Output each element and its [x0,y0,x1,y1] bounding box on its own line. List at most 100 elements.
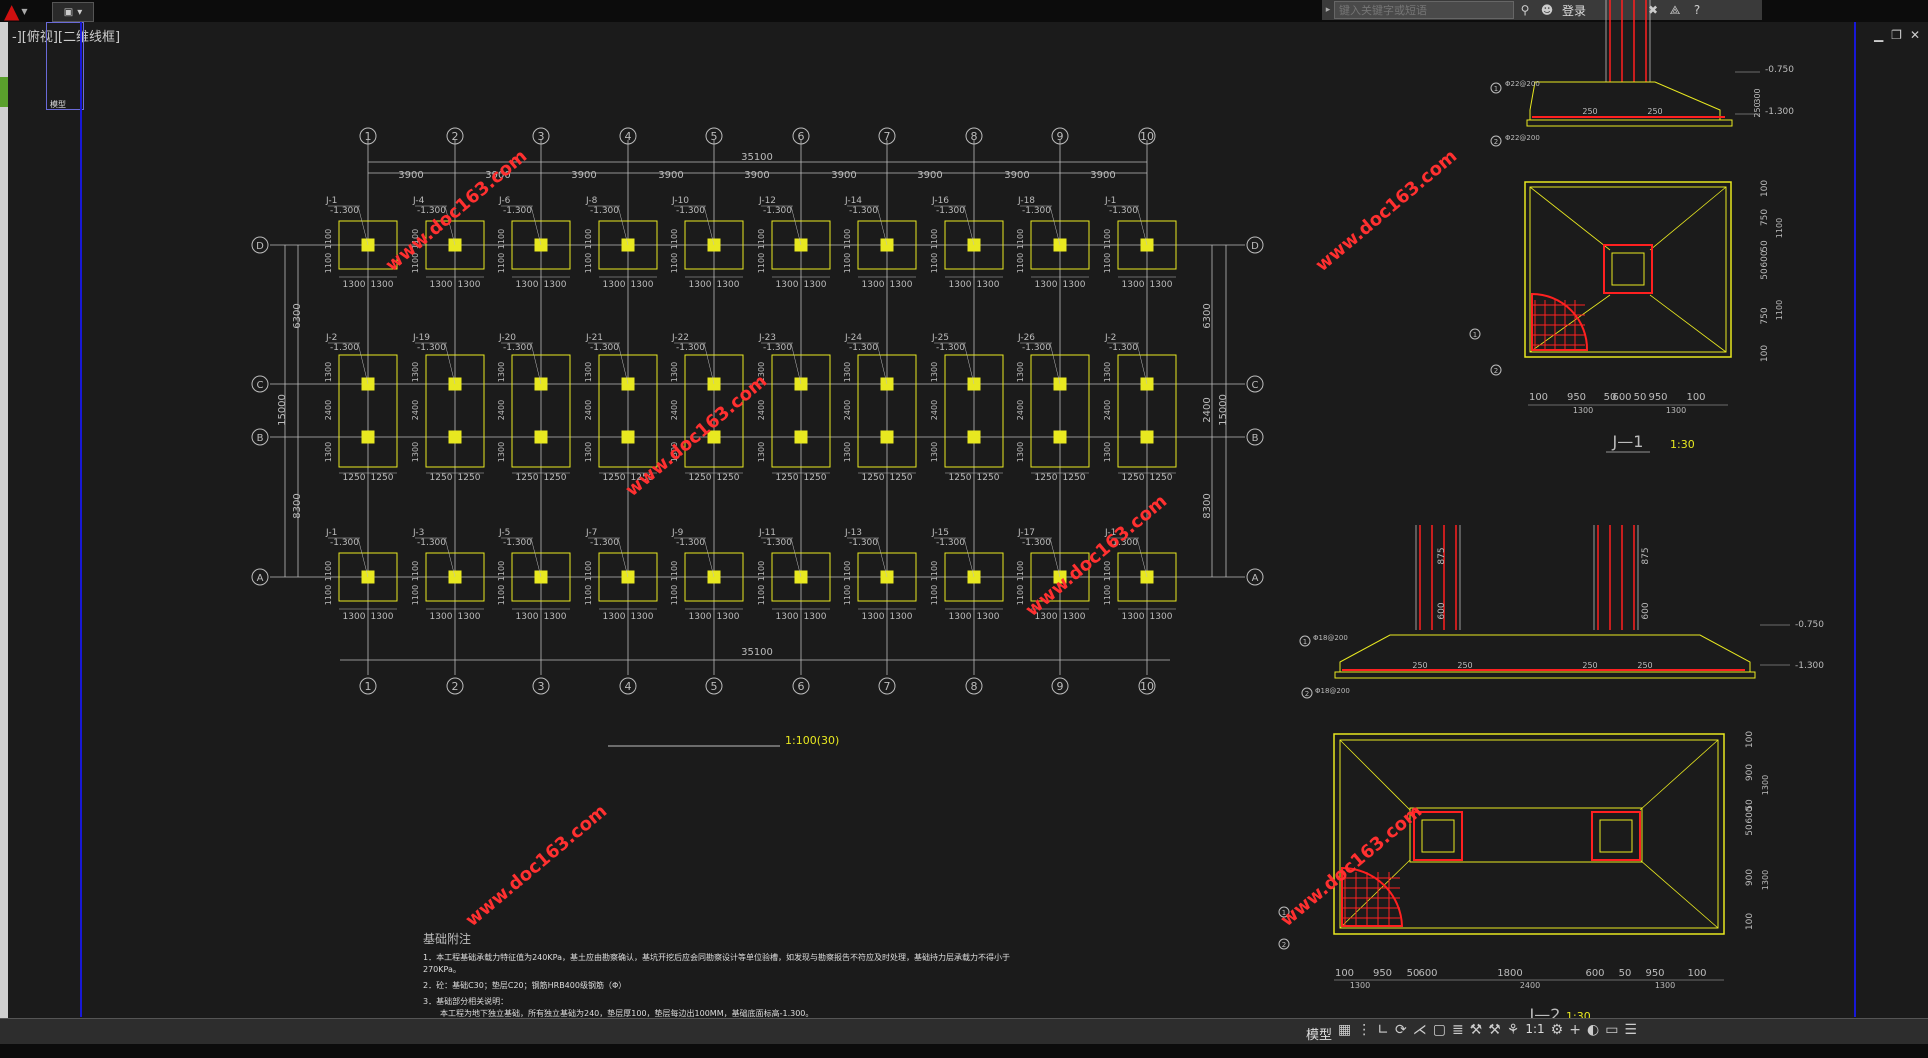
plan-dim: 1300 [1573,406,1593,415]
section-dim: 250 [1457,661,1472,670]
gear-icon[interactable]: ⚙ [1551,1022,1564,1038]
annotation-icon[interactable]: ⚒ [1470,1022,1483,1038]
lean-concrete [1334,671,1756,679]
footing-label: J-4 [412,196,425,206]
detail-scale: 1:30 [1670,438,1695,451]
column-stub [448,430,462,444]
pad-dim: 1300 [776,612,799,622]
section-dim: 250 [1412,661,1427,670]
pad-side-dim: 2400 [1103,400,1112,420]
grid-icon[interactable]: ▦ [1338,1022,1351,1038]
footing-elev: -1.300 [1109,206,1138,216]
hardware-icon[interactable]: ▭ [1605,1022,1618,1038]
pad-side-dim: 1100 [497,253,506,273]
pad-side-dim: 1300 [1016,362,1025,382]
axis-label-left: D [256,241,264,252]
plan-dim: 950 [1648,392,1667,403]
footing-label: J-24 [844,333,862,343]
pad-dim: 1250 [1122,473,1145,483]
footing-elev: -1.300 [417,538,446,548]
footing-elev: -1.300 [763,343,792,353]
pad-dim: 1300 [890,612,913,622]
pad-dim: 1250 [689,473,712,483]
footing-elev: -1.300 [676,538,705,548]
elev-label: -0.750 [1765,65,1794,75]
pad-dim: 1250 [776,473,799,483]
footing-elev: -1.300 [849,538,878,548]
dim-row: 8300 [1202,493,1213,518]
pad-dim: 1250 [544,473,567,483]
pad-side-dim: 2400 [1016,400,1025,420]
pad-side-dim: 1300 [670,362,679,382]
axis-label-bottom: 9 [1057,680,1064,693]
dim-total-bottom: 35100 [741,647,773,658]
ortho-icon[interactable]: ∟ [1377,1022,1389,1038]
snap-icon[interactable]: ⋮ [1357,1022,1371,1038]
plan-dim: 100 [1335,968,1354,979]
footing-label: J-6 [498,196,511,206]
pad-side-dim: 1300 [1103,362,1112,382]
footing-elev: -1.300 [330,538,359,548]
dim-total-top: 35100 [741,152,773,163]
footing-label: J-2 [325,333,337,343]
footing-label: J-23 [758,333,776,343]
pad-dim: 1250 [890,473,913,483]
detail-title: J—2 [1529,1005,1561,1018]
footing-elev: -1.300 [936,206,965,216]
marker-label: 2 [1494,138,1498,146]
pad-side-dim: 1100 [843,585,852,605]
pad-dim: 1250 [977,473,1000,483]
status-toggles: ▦ ⋮ ∟ ⟳ ⋌ ▢ ≣ ⚒ ⚒ ⚘ 1:1 ⚙ + ◐ ▭ ☰ [1338,1022,1637,1038]
pad-dim: 1300 [343,612,366,622]
plan-dim: 2400 [1520,981,1540,990]
axis-label-top: 3 [538,130,545,143]
plan-dim: 600 [1745,806,1755,823]
pad-dim: 1300 [516,280,539,290]
elev-label: -0.750 [1795,620,1824,630]
lineweight-icon[interactable]: ≣ [1452,1022,1464,1038]
footing-label: J-25 [931,333,949,343]
marker-label: 2 [1282,941,1286,949]
object-snap-icon[interactable]: ▢ [1433,1022,1446,1038]
pad-dim: 1250 [804,473,827,483]
footing-elev: -1.300 [417,343,446,353]
isodraft-icon[interactable]: ⋌ [1413,1022,1427,1038]
footing-elev: -1.300 [763,538,792,548]
pad-dim: 1250 [603,473,626,483]
pad-side-dim: 1100 [930,585,939,605]
pad-dim: 1300 [717,280,740,290]
model-space-button[interactable]: 模型 [1306,1024,1332,1043]
plus-icon[interactable]: + [1569,1022,1581,1038]
column-stub [880,430,894,444]
plan-dim: 600 [1418,968,1437,979]
pad-side-dim: 1100 [757,561,766,581]
dim-bay: 3900 [571,170,596,181]
footing-elev: -1.300 [676,206,705,216]
column-section [1611,252,1645,286]
notes-line: 1．本工程基础承载力特征值为240KPa，基土应由勘察确认，基坑开挖后应会同勘察… [423,952,1010,962]
pad-dim: 1250 [949,473,972,483]
pad-dim: 1250 [1063,473,1086,483]
marker-label: 2 [1494,367,1498,375]
drawing-canvas[interactable]: 1 1 2 2 3 3 4 4 5 5 6 6 7 7 8 8 9 9 10 10 D D C C B B A A 35100 3900 3… [0,0,1928,1018]
notes-line: 2．砼：基础C30；垫层C20；钢筋HRB400级钢筋（Φ） [423,980,626,990]
pad-side-dim: 2400 [843,400,852,420]
section-height: 600 [1641,602,1651,619]
pad-side-dim: 1300 [324,442,333,462]
annotation-scale[interactable]: 1:1 [1525,1022,1544,1038]
customize-icon[interactable]: ☰ [1624,1022,1637,1038]
pad-side-dim: 1100 [1016,253,1025,273]
footing-elev: -1.300 [503,343,532,353]
plan-dim: 1800 [1497,968,1522,979]
footing-elev: -1.300 [590,343,619,353]
pad-dim: 1250 [862,473,885,483]
polar-icon[interactable]: ⟳ [1395,1022,1407,1038]
axis-label-right: B [1252,433,1259,444]
annotation-scale-icon[interactable]: ⚘ [1507,1022,1520,1038]
isolate-icon[interactable]: ◐ [1587,1022,1599,1038]
notes-title: 基础附注 [423,931,471,946]
pad-dim: 1300 [1035,280,1058,290]
annotation-visibility-icon[interactable]: ⚒ [1488,1022,1501,1038]
footing-elev: -1.300 [503,206,532,216]
pad-dim: 1250 [458,473,481,483]
